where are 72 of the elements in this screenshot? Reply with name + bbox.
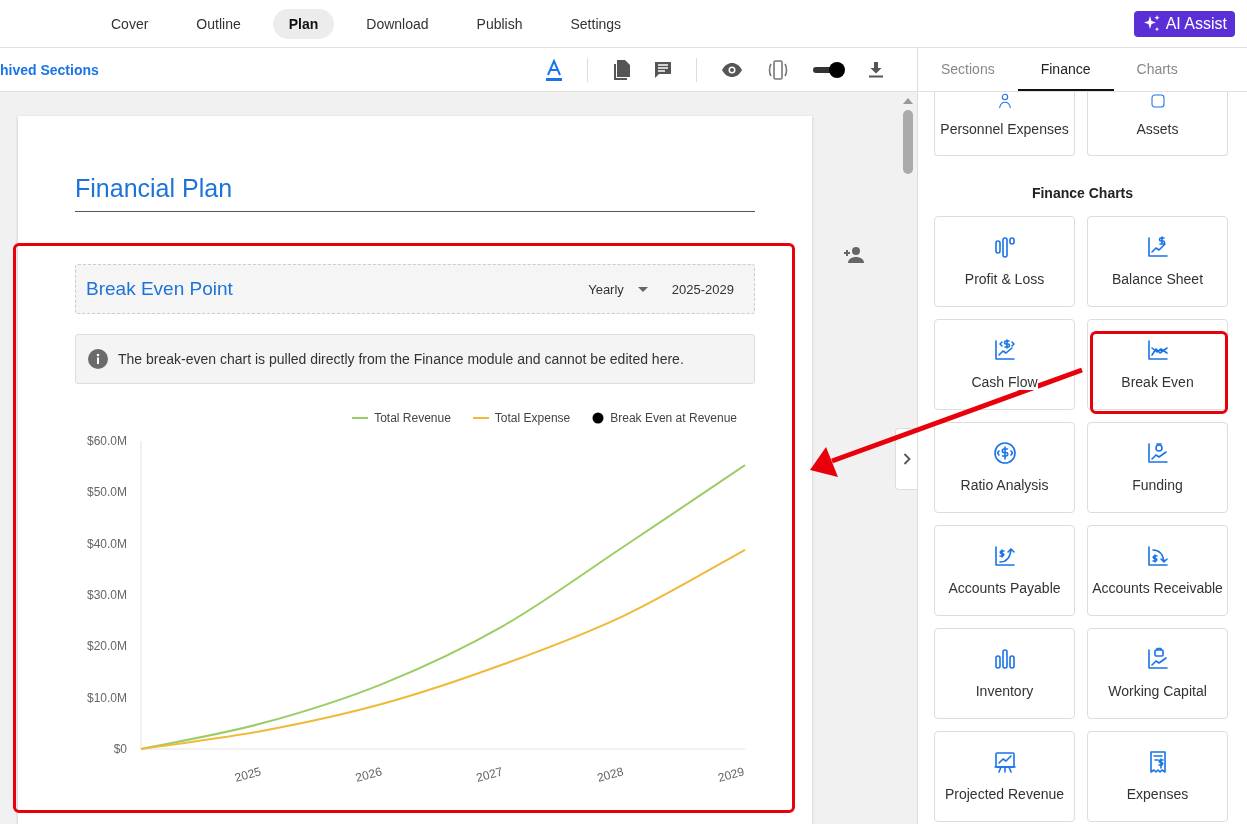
- presentation-board-icon: [992, 750, 1017, 774]
- legend-label: Total Revenue: [374, 411, 451, 425]
- document-title: Financial Plan: [75, 174, 755, 212]
- chart-card[interactable]: Ratio Analysis: [934, 422, 1075, 513]
- text-format-icon[interactable]: [545, 58, 563, 81]
- add-person-icon[interactable]: [843, 247, 864, 263]
- date-range: 2025-2029: [671, 281, 734, 297]
- info-icon: [88, 349, 108, 369]
- nav-tab[interactable]: Settings: [554, 8, 638, 39]
- chart-bag-icon: [1145, 441, 1170, 465]
- chart-up-arrow-icon: [992, 544, 1017, 568]
- legend-label: Total Expense: [494, 411, 571, 425]
- legend-line-icon: [352, 417, 369, 419]
- x-axis-label: 2027: [474, 764, 505, 785]
- nav-tab[interactable]: Cover: [95, 8, 165, 39]
- comment-icon[interactable]: [654, 60, 672, 79]
- legend-dot-icon: [592, 412, 605, 424]
- info-text: The break-even chart is pulled directly from the Finance module and cannot be edited here.: [118, 351, 684, 367]
- nav-tab[interactable]: Plan: [272, 8, 335, 39]
- chart-card[interactable]: Personnel Expenses: [934, 92, 1075, 156]
- section-heading: Finance Charts: [1030, 185, 1135, 201]
- panel-tab[interactable]: Charts: [1113, 48, 1201, 91]
- y-axis-label: $10.0M: [86, 690, 127, 705]
- y-axis-label: $50.0M: [86, 485, 127, 500]
- collapse-panel-button[interactable]: [895, 428, 917, 490]
- legend-label: Break Even at Revenue: [610, 411, 737, 425]
- chart-card[interactable]: Assets: [1087, 92, 1228, 156]
- eye-icon[interactable]: [721, 62, 743, 77]
- device-icon[interactable]: [767, 59, 789, 80]
- caret-icon: [637, 286, 648, 292]
- chevron-right-icon: [902, 453, 911, 465]
- legend-line-icon: [472, 417, 489, 419]
- y-axis-label: $60.0M: [86, 434, 127, 448]
- bars-icon: [992, 647, 1017, 671]
- chart-card[interactable]: Funding: [1087, 422, 1228, 513]
- bars-icon: [992, 235, 1017, 259]
- y-axis-label: $20.0M: [86, 639, 127, 654]
- chart-briefcase-icon: [1145, 647, 1170, 671]
- chart-card[interactable]: Accounts Receivable: [1087, 525, 1228, 616]
- ai-assist-button[interactable]: AI Assist: [1133, 10, 1235, 37]
- chart-dollar-icon: [1145, 235, 1170, 259]
- chart-card[interactable]: Working Capital: [1087, 628, 1228, 719]
- x-axis-label: 2025: [233, 764, 263, 785]
- x-axis-label: 2029: [716, 764, 746, 785]
- chart-title: Break Even Point: [86, 278, 233, 300]
- x-axis-label: 2028: [595, 764, 625, 785]
- x-axis-label: 2026: [353, 764, 384, 785]
- download-icon[interactable]: [869, 61, 883, 78]
- period-dropdown[interactable]: Yearly: [584, 277, 652, 301]
- chart-card[interactable]: Projected Revenue: [934, 731, 1075, 822]
- line-chart-icon: [1145, 338, 1170, 362]
- archived-sections-link[interactable]: hived Sections: [0, 61, 99, 78]
- dollar-circle-icon: [992, 441, 1017, 465]
- nav-tab[interactable]: Publish: [460, 8, 539, 39]
- y-axis-label: $0: [113, 742, 127, 756]
- chart-card[interactable]: Break Even: [1087, 319, 1228, 410]
- document-icon[interactable]: [612, 59, 630, 80]
- nav-tab[interactable]: Download: [350, 8, 445, 39]
- toggle-switch[interactable]: [813, 61, 845, 78]
- scrollbar-thumb[interactable]: [903, 110, 913, 174]
- y-axis-label: $40.0M: [86, 536, 127, 551]
- y-axis-label: $30.0M: [86, 588, 127, 602]
- chart-card[interactable]: Profit & Loss: [934, 216, 1075, 307]
- chart-card[interactable]: Cash Flow: [934, 319, 1075, 410]
- chart-card[interactable]: Expenses: [1087, 731, 1228, 822]
- chart-down-arrow-icon: [1145, 544, 1170, 568]
- chart-card[interactable]: Balance Sheet: [1087, 216, 1228, 307]
- nav-tab[interactable]: Outline: [180, 8, 257, 39]
- chart-card[interactable]: Inventory: [934, 628, 1075, 719]
- chart-card[interactable]: Accounts Payable: [934, 525, 1075, 616]
- panel-tab[interactable]: Sections: [918, 48, 1018, 91]
- chart-dollar-icon: [992, 338, 1017, 362]
